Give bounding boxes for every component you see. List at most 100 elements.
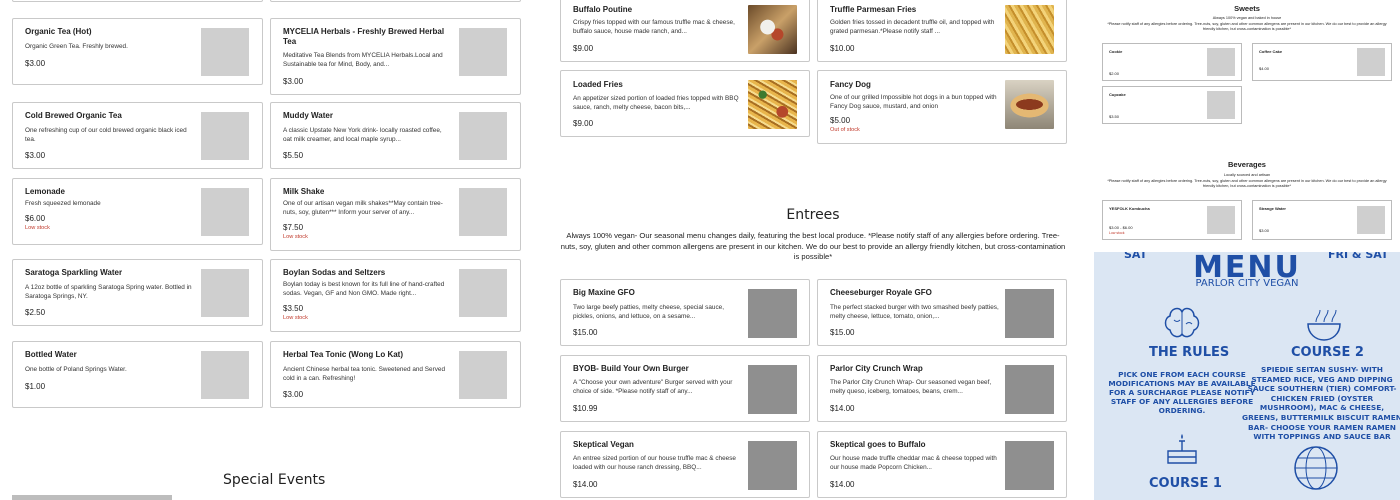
menu-item-card[interactable]: Saratoga Sparkling Water A 12oz bottle o… [12, 259, 263, 326]
beverages-card[interactable]: Strange Water $3.00 [1252, 200, 1392, 240]
menu-poster-image[interactable]: SAT FRI & SAT MENU PARLOR CITY VEGAN THE… [1094, 252, 1400, 500]
item-description: A "Choose your own adventure" Burger ser… [573, 379, 733, 395]
item-photo-hot-dog [1005, 80, 1054, 129]
item-description: The Parlor City Crunch Wrap- Our seasone… [830, 379, 992, 395]
item-name: MYCELIA Herbals - Freshly Brewed Herbal … [283, 27, 445, 46]
item-image-placeholder [459, 269, 507, 317]
sweets-card[interactable]: Cupcake $3.50 [1102, 86, 1242, 124]
item-description: An entree sized portion of our house tru… [573, 455, 736, 471]
item-price: $10.00 [830, 44, 855, 53]
menu-item-card[interactable]: Buffalo Poutine Crispy fries topped with… [560, 0, 810, 62]
stock-status: Low stock [283, 234, 308, 240]
item-price: $7.50 [283, 223, 304, 232]
item-name: Big Maxine GFO [573, 288, 635, 297]
menu-item-card[interactable]: Milk Shake One of our artisan vegan milk… [270, 178, 521, 251]
item-price: $10.99 [573, 404, 598, 413]
item-price: $14.00 [830, 480, 855, 489]
menu-item-card[interactable]: Herbal Tea Tonic (Wong Lo Kat) Ancient C… [270, 341, 521, 408]
beverages-item-image [1357, 206, 1385, 234]
item-price: $15.00 [830, 328, 855, 337]
menu-item-card[interactable]: Big Maxine GFO Two large beefy patties, … [560, 279, 810, 346]
sweets-item-name: Cookie [1109, 49, 1123, 54]
item-name: Cold Brewed Organic Tea [25, 111, 122, 120]
sweets-item-name: Cupcake [1109, 92, 1126, 97]
item-name: Organic Tea (Hot) [25, 27, 92, 36]
item-description: One of our artisan vegan milk shakes**Ma… [283, 200, 443, 216]
item-price: $15.00 [573, 328, 598, 337]
menu-item-card[interactable]: Cold Brewed Organic Tea One refreshing c… [12, 102, 263, 169]
sweets-card[interactable]: Cookie $2.00 [1102, 43, 1242, 81]
item-price: $6.00 [25, 214, 46, 223]
sweets-item-name: Coffee Cake [1259, 49, 1283, 54]
item-description: Organic Green Tea. Freshly brewed. [25, 43, 128, 50]
poster-course1-heading: COURSE 1 [1149, 476, 1222, 491]
item-image-placeholder [201, 112, 249, 160]
menu-item-card[interactable]: Truffle Parmesan Fries Golden fries toss… [817, 0, 1067, 62]
item-price: $9.00 [573, 44, 594, 53]
item-name: Milk Shake [283, 187, 325, 196]
menu-item-card[interactable]: BYOB- Build Your Own Burger A "Choose yo… [560, 355, 810, 422]
item-description: Golden fries tossed in decadent truffle … [830, 19, 995, 35]
sweets-item-image [1207, 48, 1235, 76]
menu-item-card[interactable]: Fancy Dog One of our grilled Impossible … [817, 70, 1067, 144]
menu-item-card[interactable]: Lemonade Fresh squeezed lemonade $6.00 L… [12, 178, 263, 245]
item-price: $3.00 [25, 59, 46, 68]
item-name: Cheeseburger Royale GFO [830, 288, 932, 297]
item-image-placeholder [748, 365, 797, 414]
menu-item-card[interactable]: Skeptical goes to Buffalo Our house made… [817, 431, 1067, 498]
sweets-item-price: $2.00 [1109, 71, 1120, 76]
beverages-subtitle: Locally sourced and artisan [1223, 173, 1271, 177]
item-image-placeholder [201, 351, 249, 399]
beverages-item-price: $3.00 [1259, 228, 1270, 233]
poster-rules-heading: THE RULES [1149, 345, 1230, 360]
poster-subtitle: PARLOR CITY VEGAN [1195, 278, 1299, 289]
stock-status: Out of stock [830, 127, 860, 133]
brain-icon [1164, 307, 1200, 338]
menu-item-card[interactable]: Organic Tea (Hot) Organic Green Tea. Fre… [12, 18, 263, 85]
menu-item-card[interactable]: MYCELIA Herbals - Freshly Brewed Herbal … [270, 18, 521, 95]
item-price: $3.00 [283, 390, 304, 399]
beverages-item-name: Strange Water [1259, 206, 1286, 211]
menu-item-card[interactable]: Loaded Fries An appetizer sized portion … [560, 70, 810, 137]
entrees-heading: Entrees [786, 207, 840, 223]
menu-item-card[interactable]: Parlor City Crunch Wrap The Parlor City … [817, 355, 1067, 422]
special-events-banner[interactable] [12, 495, 172, 500]
item-name: Bottled Water [25, 350, 77, 359]
partial-card-top-left[interactable] [12, 0, 263, 2]
item-image-placeholder [459, 112, 507, 160]
sweets-menu-image[interactable]: Sweets Always 100% vegan and baked in ho… [1094, 0, 1400, 125]
item-image-placeholder [201, 269, 249, 317]
menu-item-card[interactable]: Cheeseburger Royale GFO The perfect stac… [817, 279, 1067, 346]
sweets-item-price: $3.50 [1109, 114, 1120, 119]
beverages-item-stock: Low stock [1109, 231, 1125, 235]
item-price: $9.00 [573, 119, 594, 128]
poster-course2-heading: COURSE 2 [1291, 345, 1364, 360]
menu-item-card[interactable]: Muddy Water A classic Upstate New York d… [270, 102, 521, 169]
item-description: Boylan today is best known for its full … [283, 281, 445, 297]
item-description: One bottle of Poland Springs Water. [25, 366, 127, 373]
beverages-item-name: YESFOLK Kombucha [1109, 206, 1150, 211]
item-description: One of our grilled Impossible hot dogs i… [830, 94, 997, 110]
item-price: $2.50 [25, 308, 46, 317]
item-description: A classic Upstate New York drink- locall… [283, 127, 442, 143]
item-image-placeholder [201, 28, 249, 76]
item-image-placeholder [459, 351, 507, 399]
menu-item-card[interactable]: Boylan Sodas and Seltzers Boylan today i… [270, 259, 521, 332]
sweets-item-image [1207, 91, 1235, 119]
item-name: BYOB- Build Your Own Burger [573, 364, 689, 373]
item-name: Skeptical Vegan [573, 440, 634, 449]
beverages-card[interactable]: YESFOLK Kombucha $3.00 - $6.00 Low stock [1102, 200, 1242, 240]
beverages-menu-image[interactable]: Beverages Locally sourced and artisan *P… [1094, 155, 1400, 252]
beverages-item-price: $3.00 - $6.00 [1109, 225, 1133, 230]
partial-card-top-mid[interactable] [270, 0, 521, 2]
item-description: An appetizer sized portion of loaded fri… [573, 95, 739, 111]
item-name: Herbal Tea Tonic (Wong Lo Kat) [283, 350, 403, 359]
item-image-placeholder [1005, 441, 1054, 490]
item-photo-poutine [748, 5, 797, 54]
item-image-placeholder [1005, 365, 1054, 414]
sweets-card[interactable]: Coffee Cake $4.00 [1252, 43, 1392, 81]
menu-item-card[interactable]: Skeptical Vegan An entree sized portion … [560, 431, 810, 498]
item-description: The perfect stacked burger with two smas… [830, 304, 999, 320]
menu-item-card[interactable]: Bottled Water One bottle of Poland Sprin… [12, 341, 263, 408]
item-image-placeholder [1005, 289, 1054, 338]
